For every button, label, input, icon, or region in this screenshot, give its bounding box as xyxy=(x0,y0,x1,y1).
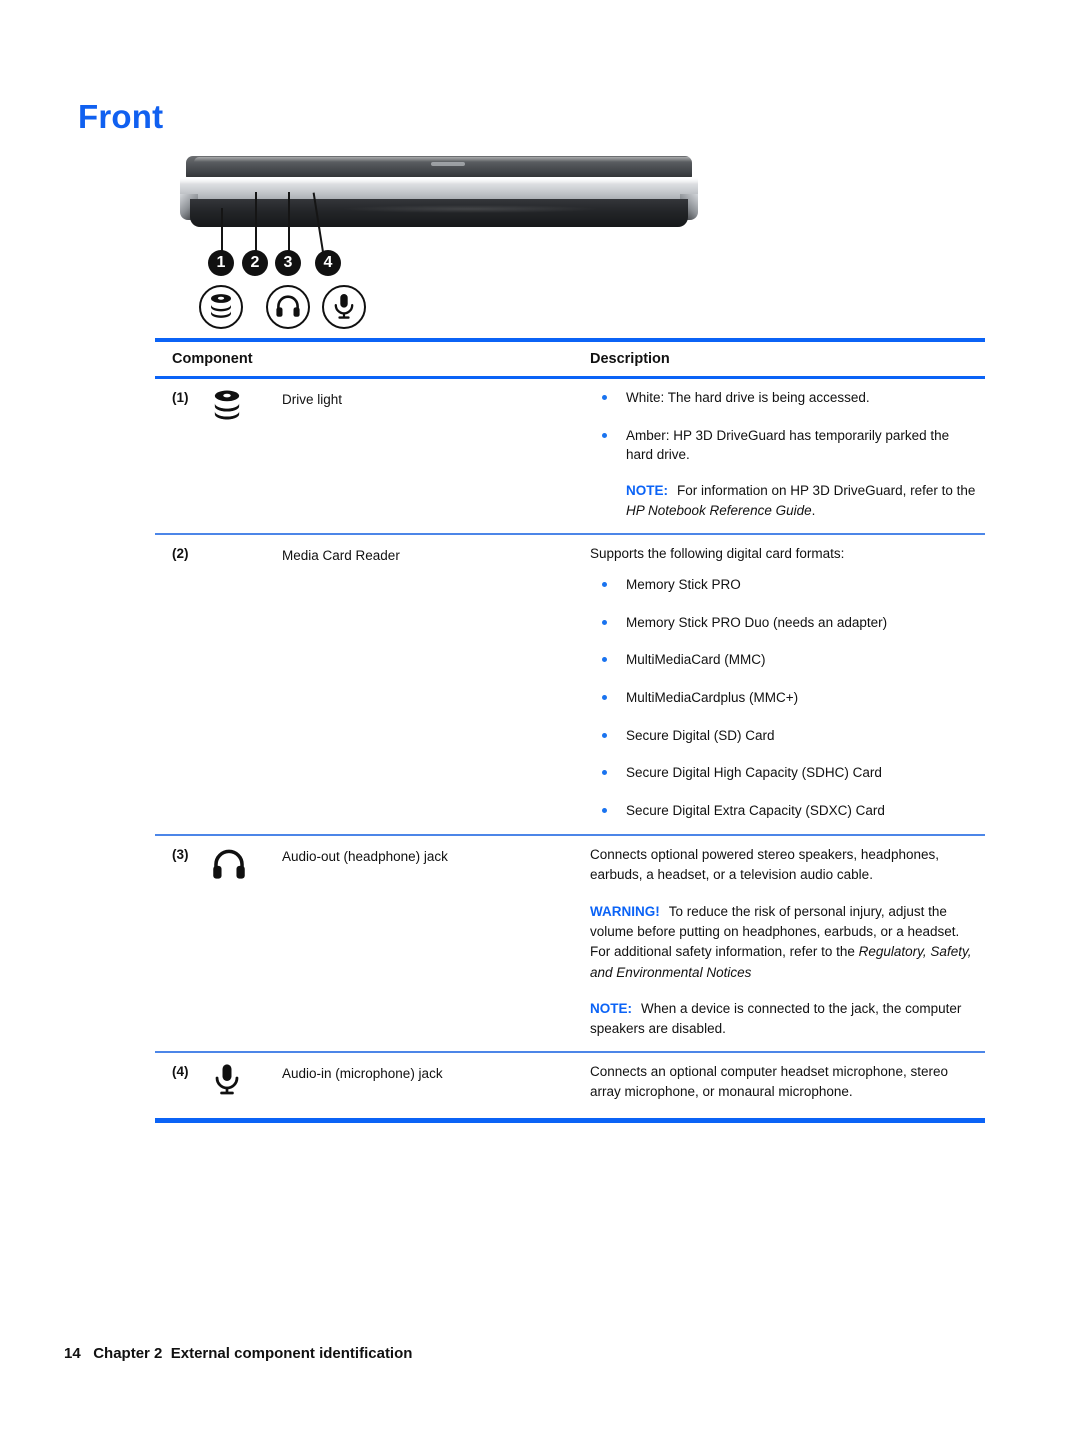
component-description-table: Component Description (1) Drive light Wh… xyxy=(155,338,985,1123)
list-item: Amber: HP 3D DriveGuard has temporarily … xyxy=(590,426,977,465)
callout-badge-1: 1 xyxy=(208,250,234,276)
note-italic-title: HP Notebook Reference Guide xyxy=(626,502,812,518)
note-text: For information on HP 3D DriveGuard, ref… xyxy=(677,482,976,498)
list-item: MultiMediaCardplus (MMC+) xyxy=(590,688,977,708)
note-callout: NOTE: When a device is connected to the j… xyxy=(590,999,977,1040)
list-item: White: The hard drive is being accessed. xyxy=(590,388,977,408)
table-row: (3) Audio-out (headphone) jack Connects … xyxy=(155,836,985,1052)
leader-line-2 xyxy=(255,192,257,252)
laptop-front-figure: 1 2 3 4 xyxy=(170,152,710,332)
note-keyword: NOTE: xyxy=(626,482,668,498)
row-description-cell: White: The hard drive is being accessed.… xyxy=(585,388,985,521)
list-item: Secure Digital High Capacity (SDHC) Card xyxy=(590,763,977,783)
no-icon-placeholder xyxy=(210,544,282,822)
laptop-lid xyxy=(186,156,696,178)
row-number: (4) xyxy=(172,1063,189,1079)
note-keyword: NOTE: xyxy=(590,1000,632,1016)
list-item: Memory Stick PRO xyxy=(590,575,977,595)
leader-line-1 xyxy=(221,208,223,252)
bezel-highlight xyxy=(180,178,698,184)
headphone-icon xyxy=(210,845,282,1040)
table-row: (4) Audio-in (microphone) jack Connects … xyxy=(155,1053,985,1118)
callout-badge-4: 4 xyxy=(315,250,341,276)
component-label: Audio-out (headphone) jack xyxy=(282,848,448,864)
row-description-cell: Connects optional powered stereo speaker… xyxy=(585,845,985,1040)
laptop-base xyxy=(190,199,688,227)
column-header-component: Component xyxy=(172,351,253,367)
row-number: (2) xyxy=(172,545,189,561)
footer-chapter: Chapter 2 xyxy=(93,1345,163,1362)
page-title: Front xyxy=(78,98,164,135)
row-description-cell: Supports the following digital card form… xyxy=(585,544,985,822)
component-label: Audio-in (microphone) jack xyxy=(282,1065,443,1081)
warning-keyword: WARNING! xyxy=(590,903,660,919)
page-footer: 14 Chapter 2 External component identifi… xyxy=(64,1345,412,1362)
leader-line-3 xyxy=(288,192,290,252)
note-text: When a device is connected to the jack, … xyxy=(590,1000,962,1037)
note-callout: NOTE: For information on HP 3D DriveGuard… xyxy=(590,481,977,522)
note-text-tail: . xyxy=(811,502,816,518)
table-row: (1) Drive light White: The hard drive is xyxy=(155,379,985,533)
document-page: Front 1 2 3 4 Component Description (1) … xyxy=(0,0,1080,1437)
laptop-illustration xyxy=(180,156,698,228)
lid-logo-mark xyxy=(431,162,465,166)
drive-light-icon xyxy=(210,388,282,521)
row-component-cell: (2) Media Card Reader xyxy=(155,544,585,822)
table-bottom-rule xyxy=(155,1117,985,1123)
headphone-icon xyxy=(266,285,310,329)
description-bullet-list: White: The hard drive is being accessed.… xyxy=(590,388,977,465)
callout-badge-3: 3 xyxy=(275,250,301,276)
footer-chapter-title: External component identification xyxy=(170,1345,413,1362)
list-item: Secure Digital Extra Capacity (SDXC) Car… xyxy=(590,801,977,821)
table-header-row: Component Description xyxy=(155,342,985,376)
description-intro: Connects an optional computer headset mi… xyxy=(590,1063,948,1100)
list-item: Memory Stick PRO Duo (needs an adapter) xyxy=(590,613,977,633)
row-number: (3) xyxy=(172,846,189,862)
row-component-cell: (3) Audio-out (headphone) jack xyxy=(155,845,585,1040)
component-label: Drive light xyxy=(282,392,343,407)
drive-light-icon xyxy=(199,285,243,329)
row-component-cell: (1) Drive light xyxy=(155,388,585,521)
card-formats-list: Memory Stick PRO Memory Stick PRO Duo (n… xyxy=(590,575,977,820)
base-highlight xyxy=(340,205,600,213)
row-description-cell: Connects an optional computer headset mi… xyxy=(585,1062,985,1106)
warning-callout: WARNING! To reduce the risk of personal i… xyxy=(590,902,977,983)
microphone-icon xyxy=(210,1062,282,1106)
row-component-cell: (4) Audio-in (microphone) jack xyxy=(155,1062,585,1106)
callout-badge-2: 2 xyxy=(242,250,268,276)
laptop-front-bezel xyxy=(180,177,698,215)
list-item: Secure Digital (SD) Card xyxy=(590,726,977,746)
component-label: Media Card Reader xyxy=(282,547,400,563)
microphone-icon xyxy=(322,285,366,329)
description-intro: Connects optional powered stereo speaker… xyxy=(590,846,939,883)
table-row: (2) Media Card Reader Supports the follo… xyxy=(155,535,985,834)
column-header-description: Description xyxy=(590,351,670,367)
description-intro: Supports the following digital card form… xyxy=(590,545,845,561)
footer-page-number: 14 xyxy=(64,1345,81,1362)
row-number: (1) xyxy=(172,390,189,405)
list-item: MultiMediaCard (MMC) xyxy=(590,650,977,670)
